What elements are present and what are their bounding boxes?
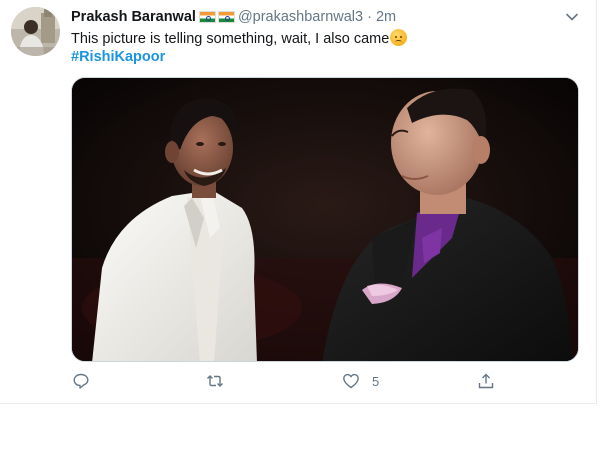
retweet-icon (207, 375, 223, 387)
tweet-header: Prakash Baranwal @prakashbarnwal3 · 2m (71, 8, 396, 26)
heart-icon (343, 373, 359, 389)
like-count: 5 (372, 373, 380, 389)
tweet-timestamp[interactable]: 2m (376, 9, 396, 25)
retweet-button[interactable] (206, 372, 224, 390)
author-avatar[interactable] (11, 7, 60, 56)
author-handle[interactable]: @prakashbarnwal3 (238, 9, 363, 25)
photo-two-men (72, 78, 578, 361)
reply-button[interactable] (72, 372, 90, 390)
share-icon (478, 373, 494, 389)
hashtag-link[interactable]: #RishiKapoor (71, 49, 165, 65)
like-button[interactable]: 5 (342, 372, 379, 390)
avatar-photo (11, 7, 60, 56)
india-flag-icon (217, 11, 235, 23)
tweet-text: This picture is telling something, wait,… (71, 29, 408, 47)
author-name[interactable]: Prakash Baranwal (71, 9, 196, 25)
more-options-button[interactable] (563, 8, 581, 26)
india-flag-icon (198, 11, 216, 23)
tweet-image[interactable] (71, 77, 579, 362)
tweet-card[interactable]: Prakash Baranwal @prakashbarnwal3 · 2m T… (0, 0, 597, 404)
separator-dot: · (367, 9, 372, 25)
reply-icon (73, 373, 89, 389)
tweet-body: This picture is telling something, wait,… (71, 31, 390, 47)
tweet-actions: 5 (0, 372, 597, 394)
share-button[interactable] (477, 372, 495, 390)
disappointed-face-icon (390, 29, 408, 46)
chevron-down-icon (566, 13, 578, 21)
